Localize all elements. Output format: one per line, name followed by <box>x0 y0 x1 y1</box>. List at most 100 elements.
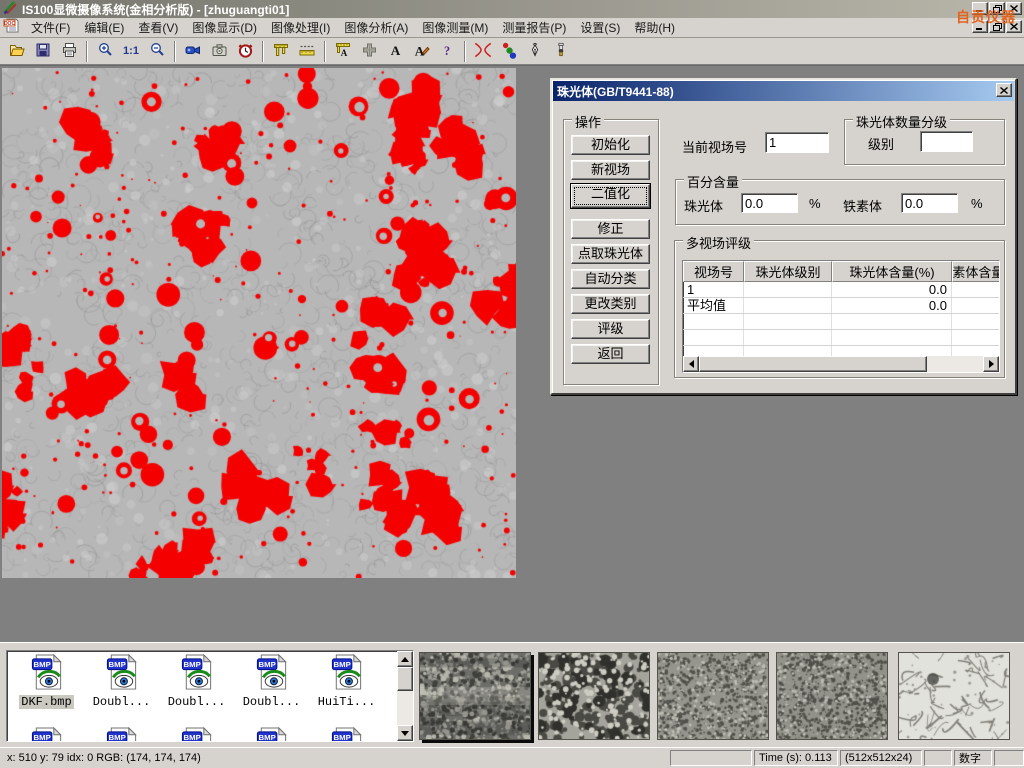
menu-item[interactable]: 图像测量(M) <box>415 17 495 38</box>
dialog-close-button[interactable] <box>996 83 1012 97</box>
table-cell <box>683 330 744 345</box>
op-button-8[interactable]: 评级 <box>571 319 650 339</box>
measure-text-button[interactable]: A <box>330 40 356 63</box>
clock-button[interactable] <box>232 40 258 63</box>
op-button-7[interactable]: 更改类别 <box>571 294 650 314</box>
clock-icon <box>237 42 254 61</box>
file-item[interactable]: BMPDoubl... <box>84 654 159 709</box>
svg-text:BMP: BMP <box>258 660 275 669</box>
rating-table[interactable]: 视场号珠光体级别珠光体含量(%)铁素体含量(%) 10.0平均值0.0 <box>682 260 1000 373</box>
file-item[interactable]: BMP <box>84 727 159 742</box>
metallograph-image[interactable] <box>2 68 516 578</box>
zoom-in-button[interactable] <box>92 40 118 63</box>
bottom-panel: BMPDKF.bmpBMPDoubl...BMPDoubl...BMPDoubl… <box>0 642 1024 747</box>
file-item[interactable]: BMPHuiTi... <box>309 654 384 709</box>
mdi-minimize-button[interactable] <box>972 20 988 33</box>
thumbnail-image[interactable] <box>419 652 531 740</box>
text-button[interactable]: A <box>382 40 408 63</box>
file-item[interactable]: BMP <box>309 727 384 742</box>
open-button[interactable] <box>4 40 30 63</box>
scroll-down-button[interactable] <box>397 725 413 741</box>
scroll-up-button[interactable] <box>397 651 413 667</box>
menu-item[interactable]: 图像分析(A) <box>337 17 415 38</box>
table-row[interactable] <box>683 330 999 346</box>
thumbnail-image[interactable] <box>898 652 1010 740</box>
cursor-position-readout: x: 510 y: 79 idx: 0 RGB: (174, 174, 174) <box>2 750 668 766</box>
table-row[interactable] <box>683 314 999 330</box>
svg-text:BMP: BMP <box>108 733 125 742</box>
menu-item[interactable]: 文件(F) <box>24 17 77 38</box>
multifield-group-label: 多视场评级 <box>683 233 754 252</box>
minimize-button[interactable] <box>972 2 988 15</box>
menu-item[interactable]: 测量报告(P) <box>495 17 573 38</box>
scroll-thumb[interactable] <box>699 356 927 372</box>
op-button-3[interactable]: 二值化 <box>571 184 650 208</box>
op-button-9[interactable]: 返回 <box>571 344 650 364</box>
red-curves-button[interactable] <box>470 40 496 63</box>
table-column-header[interactable]: 视场号 <box>683 261 744 282</box>
text-edit-button[interactable]: A <box>408 40 434 63</box>
file-item[interactable]: BMP <box>159 727 234 742</box>
op-button-6[interactable]: 自动分类 <box>571 269 650 289</box>
pearlite-input[interactable]: 0.0 <box>741 193 798 213</box>
file-item[interactable]: BMPDoubl... <box>234 654 309 709</box>
current-field-input[interactable]: 1 <box>765 132 829 153</box>
file-list-scrollbar[interactable] <box>397 651 413 741</box>
thumbnail-image[interactable] <box>776 652 888 740</box>
menu-item[interactable]: 设置(S) <box>573 17 627 38</box>
capture-camera-button[interactable] <box>206 40 232 63</box>
bmp-file-icon: BMP <box>255 654 289 694</box>
menu-item[interactable]: 查看(V) <box>131 17 185 38</box>
table-hscrollbar[interactable] <box>683 356 999 372</box>
pearlite-percent-sign: % <box>809 196 821 211</box>
table-column-header[interactable]: 珠光体级别 <box>744 261 832 282</box>
color-dots-icon <box>500 41 518 62</box>
table-column-header[interactable]: 珠光体含量(%) <box>832 261 952 282</box>
scroll-left-button[interactable] <box>683 356 699 372</box>
caliper-button[interactable] <box>268 40 294 63</box>
file-item[interactable]: BMPDoubl... <box>159 654 234 709</box>
file-item[interactable]: BMPDKF.bmp <box>9 654 84 709</box>
file-item[interactable]: BMP <box>234 727 309 742</box>
thumbnail-image[interactable] <box>657 652 769 740</box>
zoom-out-button[interactable] <box>144 40 170 63</box>
video-camera-button[interactable] <box>180 40 206 63</box>
ruler-button[interactable] <box>294 40 320 63</box>
actual-size-button[interactable]: 1:1 <box>118 40 144 63</box>
brush-button[interactable] <box>548 40 574 63</box>
help-button[interactable]: ? <box>434 40 460 63</box>
operations-group-label: 操作 <box>572 112 604 131</box>
mdi-close-button[interactable] <box>1006 20 1022 33</box>
scroll-right-button[interactable] <box>983 356 999 372</box>
mdi-restore-button[interactable] <box>989 20 1005 33</box>
thumbnail-image[interactable] <box>538 652 650 740</box>
dialog-title-bar[interactable]: 珠光体(GB/T9441-88) <box>553 81 1014 101</box>
op-button-4[interactable]: 修正 <box>571 219 650 239</box>
table-row[interactable]: 平均值0.0 <box>683 298 999 314</box>
table-column-header[interactable]: 铁素体含量(%) <box>952 261 1000 282</box>
menu-item[interactable]: 编辑(E) <box>77 17 131 38</box>
grade-label: 级别 <box>868 134 894 153</box>
file-scroll-thumb[interactable] <box>397 667 413 691</box>
table-cell: 0.0 <box>832 298 952 313</box>
restore-button[interactable] <box>989 2 1005 15</box>
file-browser[interactable]: BMPDKF.bmpBMPDoubl...BMPDoubl...BMPDoubl… <box>6 650 414 742</box>
print-button[interactable] <box>56 40 82 63</box>
bmp-file-icon: BMP <box>180 727 214 742</box>
op-button-5[interactable]: 点取珠光体 <box>571 244 650 264</box>
op-button-2[interactable]: 新视场 <box>571 160 650 180</box>
grade-input[interactable] <box>920 131 973 152</box>
pen-button[interactable] <box>522 40 548 63</box>
menu-item[interactable]: 图像显示(D) <box>185 17 264 38</box>
menu-item[interactable]: 图像处理(I) <box>264 17 337 38</box>
save-button[interactable] <box>30 40 56 63</box>
close-button[interactable] <box>1006 2 1022 15</box>
table-row[interactable]: 10.0 <box>683 282 999 298</box>
ferrite-input[interactable]: 0.0 <box>901 193 958 213</box>
menu-item[interactable]: 帮助(H) <box>627 17 682 38</box>
svg-text:BMP: BMP <box>108 660 125 669</box>
file-item[interactable]: BMP <box>9 727 84 742</box>
color-dots-button[interactable] <box>496 40 522 63</box>
merge-cross-button[interactable] <box>356 40 382 63</box>
op-button-1[interactable]: 初始化 <box>571 135 650 155</box>
